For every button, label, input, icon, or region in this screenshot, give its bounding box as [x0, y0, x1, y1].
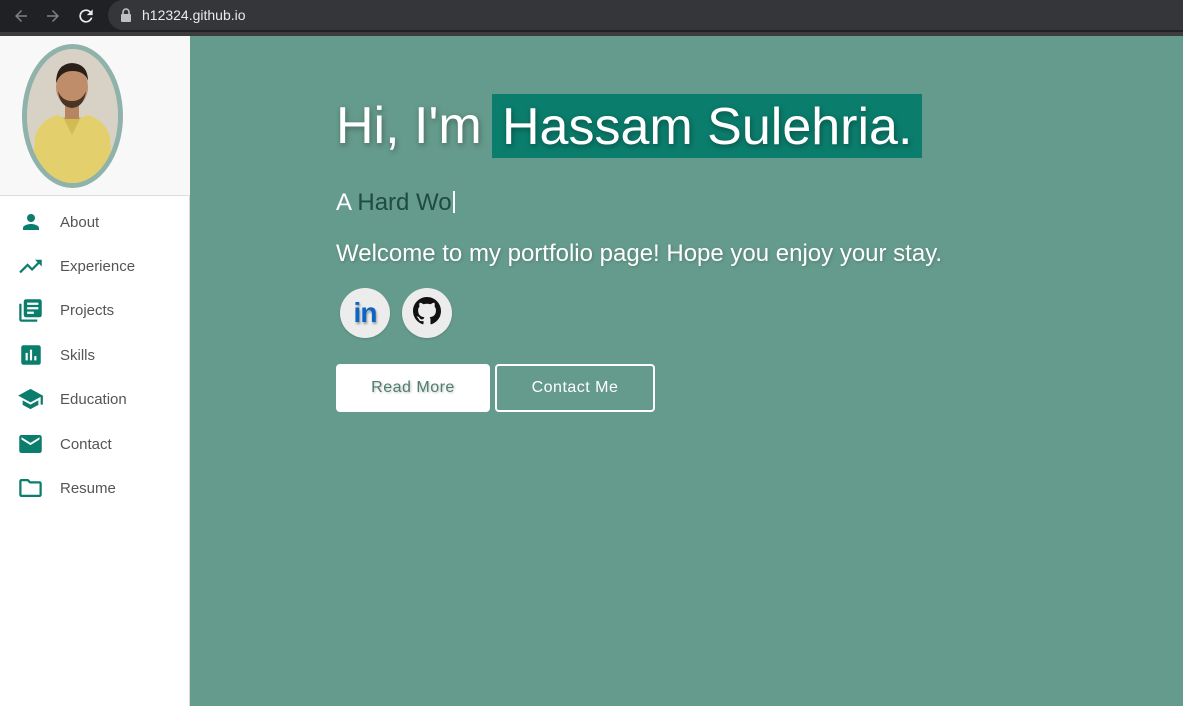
sidebar-item-contact[interactable]: Contact	[0, 424, 189, 464]
github-link[interactable]	[402, 288, 452, 338]
linkedin-icon: in	[353, 297, 378, 328]
typed-prefix: A	[336, 189, 358, 216]
sidebar-item-skills[interactable]: Skills	[0, 335, 189, 375]
read-more-button[interactable]: Read More	[336, 364, 490, 412]
sidebar-item-resume[interactable]: Resume	[0, 468, 189, 508]
folder-icon	[17, 475, 44, 502]
typed-role: A Hard Wo	[336, 189, 455, 217]
bar-chart-icon	[17, 342, 44, 369]
sidebar-item-label: Projects	[60, 301, 115, 319]
graduation-cap-icon	[17, 386, 44, 413]
sidebar-item-label: Contact	[60, 435, 112, 453]
sidebar: About Experience Projects Skills Educati…	[0, 36, 190, 706]
sidebar-item-about[interactable]: About	[0, 202, 189, 242]
linkedin-link[interactable]: in	[340, 288, 390, 338]
sidebar-item-label: Education	[60, 390, 127, 408]
typing-cursor	[452, 191, 455, 213]
person-icon	[17, 209, 44, 236]
typed-text: Hard Wo	[357, 189, 452, 216]
sidebar-item-label: Experience	[60, 257, 136, 275]
hero-name: Hassam Sulehria.	[502, 98, 913, 156]
sidebar-item-label: Resume	[60, 479, 116, 497]
github-icon	[413, 296, 441, 330]
trending-up-icon	[17, 253, 44, 280]
profile-header	[0, 36, 190, 196]
library-books-icon	[17, 297, 44, 324]
hero-greeting: Hi, I'm	[336, 97, 482, 155]
browser-toolbar: h12324.github.io	[0, 0, 1183, 32]
sidebar-item-projects[interactable]: Projects	[0, 290, 189, 330]
sidebar-item-label: Skills	[60, 346, 96, 364]
forward-arrow-icon[interactable]	[41, 4, 65, 28]
sidebar-item-label: About	[60, 213, 100, 231]
back-arrow-icon[interactable]	[9, 4, 33, 28]
address-bar[interactable]: h12324.github.io	[108, 0, 1183, 30]
sidebar-item-experience[interactable]: Experience	[0, 246, 189, 286]
avatar	[22, 44, 123, 188]
lock-icon	[120, 8, 132, 27]
contact-me-button[interactable]: Contact Me	[495, 364, 655, 412]
hero-heading: Hi, I'm Hassam Sulehria.	[336, 94, 922, 158]
hero-section: Hi, I'm Hassam Sulehria. A Hard Wo Welco…	[190, 36, 1183, 706]
mail-icon	[17, 431, 44, 458]
url-text: h12324.github.io	[142, 7, 246, 23]
reload-icon[interactable]	[74, 4, 98, 28]
sidebar-item-education[interactable]: Education	[0, 379, 189, 419]
welcome-text: Welcome to my portfolio page! Hope you e…	[336, 240, 943, 267]
